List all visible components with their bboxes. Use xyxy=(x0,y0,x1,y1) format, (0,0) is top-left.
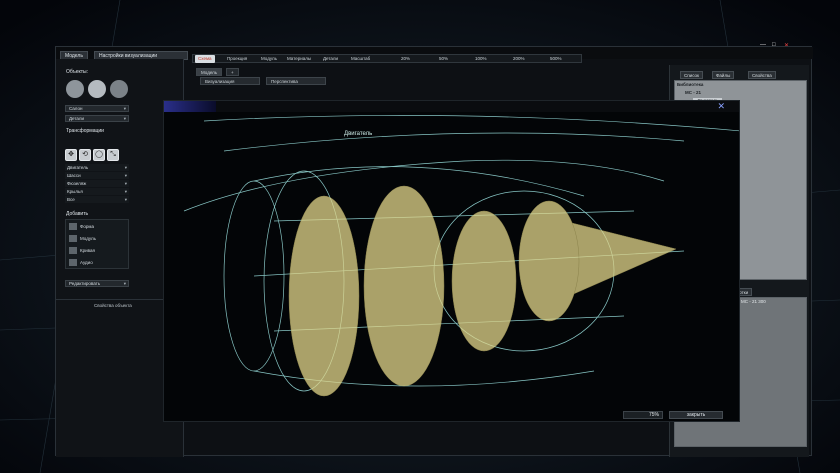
audio-icon xyxy=(69,259,77,266)
transform-fuselage-row[interactable]: Фюзеляж xyxy=(65,180,129,187)
property-row: МС - 21 300 xyxy=(741,299,766,304)
add-item-shape[interactable]: Форма xyxy=(67,221,129,232)
zoom-readout[interactable]: 75% xyxy=(623,411,663,419)
rotate-icon[interactable]: ⟲ xyxy=(79,149,91,161)
transforms-title: Трансформации xyxy=(66,128,104,134)
transform-engine-row[interactable]: Двигатель xyxy=(65,164,129,171)
model-subpanel: Модель + Визуализация Перспектива xyxy=(178,68,663,85)
toolbar-projection[interactable]: Проекция xyxy=(227,55,247,63)
toolbar-module[interactable]: Модуль xyxy=(261,55,277,63)
curve-icon xyxy=(69,247,77,254)
tab-properties[interactable]: Свойства xyxy=(748,71,776,79)
objects-title: Объекты: xyxy=(66,69,89,75)
main-toolbar: Схема Проекция Модуль Материалы Детали М… xyxy=(192,54,582,63)
add-list: Форма Модуль Кривая Аудио xyxy=(65,219,129,269)
details-dropdown[interactable]: Детали xyxy=(65,115,129,122)
toolbar-scale[interactable]: Масштаб xyxy=(351,55,370,63)
zoom-500[interactable]: 500% xyxy=(550,55,562,63)
plane-object-icon[interactable] xyxy=(110,80,128,98)
viewport-3d[interactable]: ✕ Двигатель xyxy=(163,100,740,422)
add-item-audio[interactable]: Аудио xyxy=(67,257,129,268)
tab-model-sub[interactable]: Модель xyxy=(196,68,223,76)
add-item-label: Аудио xyxy=(80,260,93,265)
toolbar-materials[interactable]: Материалы xyxy=(287,55,311,63)
tree-mc21[interactable]: МС - 21 xyxy=(685,90,701,95)
add-item-module[interactable]: Модуль xyxy=(67,233,129,244)
tab-files[interactable]: Файлы xyxy=(712,71,735,79)
engine-object-icon[interactable] xyxy=(66,80,84,98)
move-icon[interactable]: ✥ xyxy=(65,149,77,161)
tree-library[interactable]: Библиотека xyxy=(677,82,703,87)
engine-label: Двигатель xyxy=(344,131,373,137)
zoom-20[interactable]: 20% xyxy=(401,55,410,63)
add-item-label: Форма xyxy=(80,224,95,229)
tab-scheme[interactable]: Схема xyxy=(195,55,215,63)
shape-icon xyxy=(69,223,77,230)
close-button[interactable]: закрыть xyxy=(669,411,723,419)
perspective-subtab[interactable]: Перспектива xyxy=(266,77,326,85)
object-properties-label: Свойства объекта xyxy=(94,303,132,308)
scale-icon[interactable]: ⤡ xyxy=(107,149,119,161)
add-item-label: Кривая xyxy=(80,248,95,253)
engine-wireframe xyxy=(183,115,739,397)
gear-object-icon[interactable] xyxy=(88,80,106,98)
tab-list[interactable]: Список xyxy=(680,71,703,79)
add-item-label: Модуль xyxy=(80,236,96,241)
add-item-curve[interactable]: Кривая xyxy=(67,245,129,256)
orbit-icon[interactable]: ◯ xyxy=(93,149,105,161)
cabin-dropdown[interactable]: Салон xyxy=(65,105,129,112)
transform-chassis-row[interactable]: Шасси xyxy=(65,172,129,179)
transform-all-row[interactable]: Все xyxy=(65,196,129,203)
module-icon xyxy=(69,235,77,242)
visualization-subtab[interactable]: Визуализация xyxy=(200,77,260,85)
toolbar-details[interactable]: Детали xyxy=(323,55,338,63)
zoom-200[interactable]: 200% xyxy=(513,55,525,63)
add-title: Добавить xyxy=(66,211,89,217)
transform-wings-row[interactable]: Крылья xyxy=(65,188,129,195)
add-tab-icon[interactable]: + xyxy=(226,68,239,76)
zoom-50[interactable]: 50% xyxy=(439,55,448,63)
edit-dropdown[interactable]: Редактировать xyxy=(65,280,129,287)
zoom-100[interactable]: 100% xyxy=(475,55,487,63)
